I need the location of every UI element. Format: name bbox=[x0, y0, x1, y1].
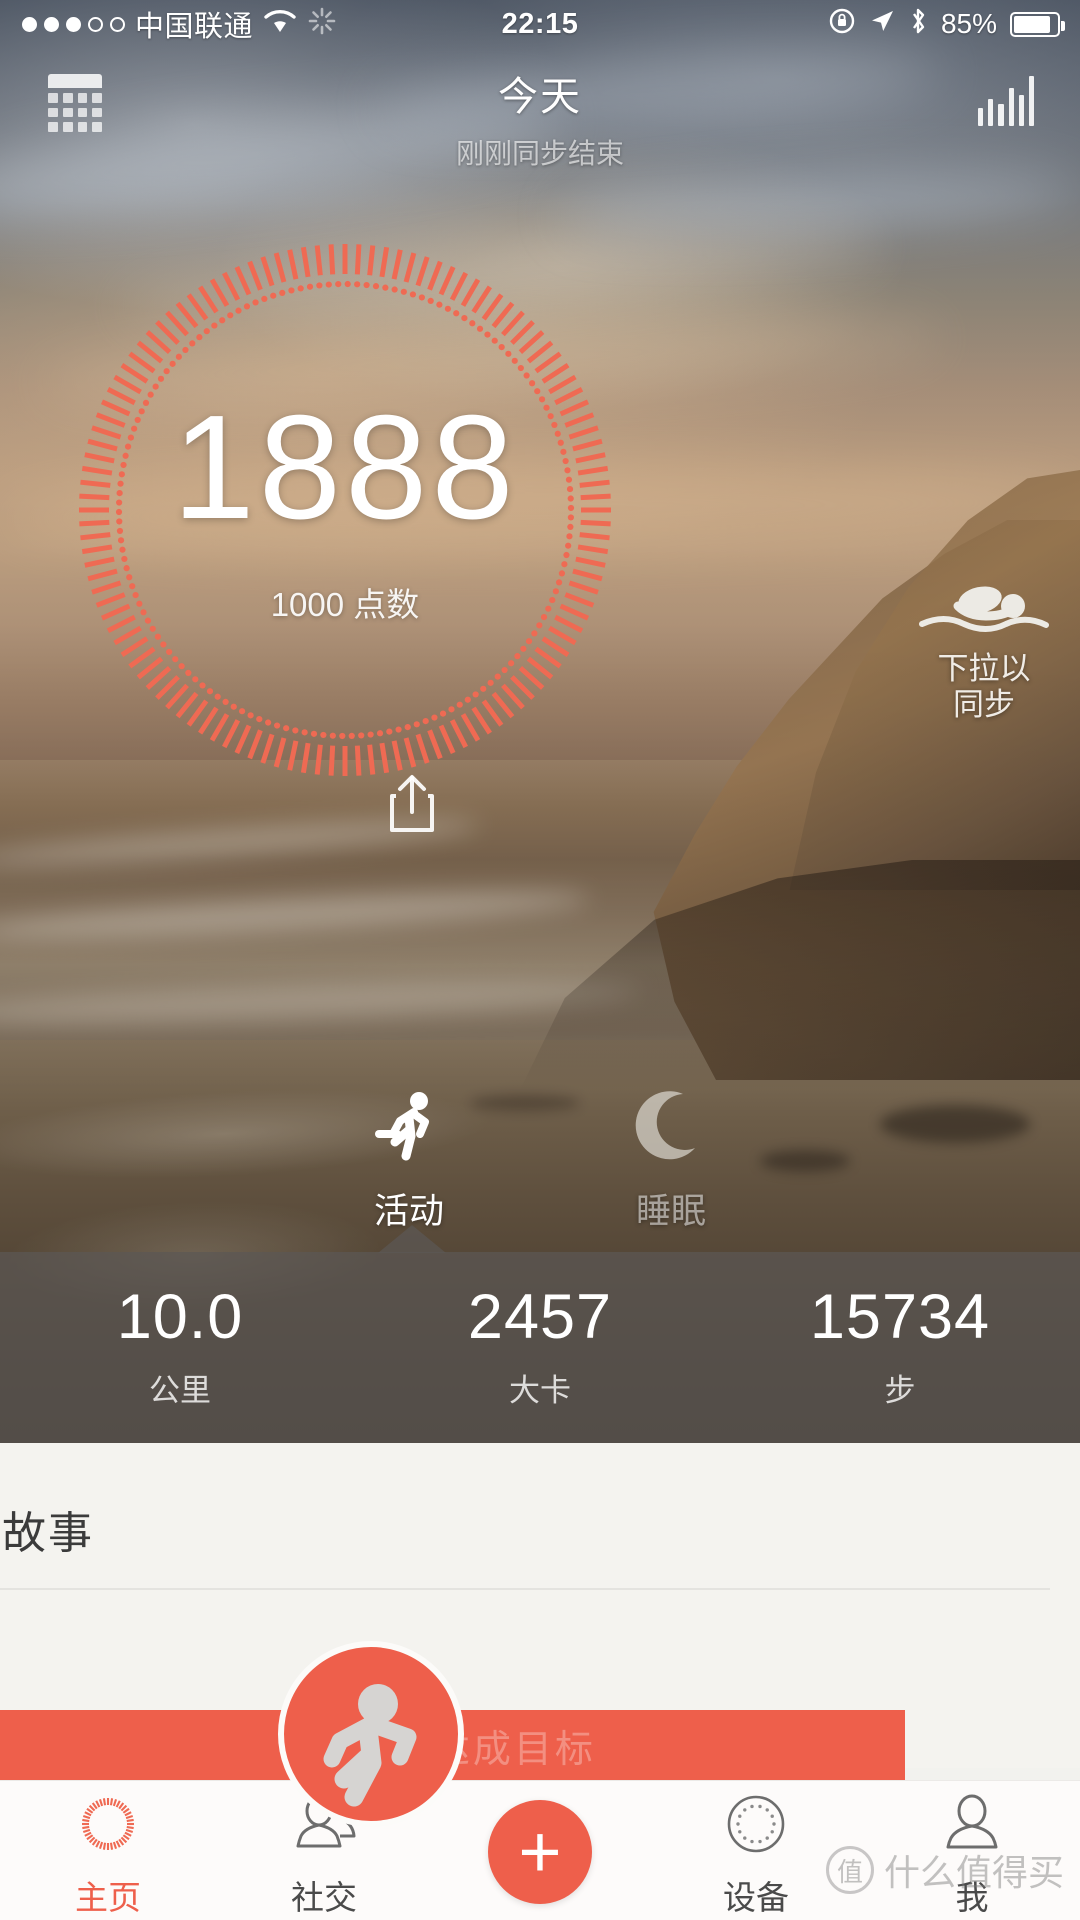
story-section-title: 日故事 bbox=[0, 1509, 94, 1558]
mode-label-sleep: 睡眠 bbox=[635, 1192, 706, 1231]
share-icon[interactable] bbox=[386, 772, 438, 834]
app-header: 今天 刚刚同步结束 bbox=[0, 48, 1080, 169]
calendar-icon[interactable] bbox=[48, 74, 102, 132]
tab-home[interactable]: 主页 bbox=[0, 1781, 216, 1920]
dial-home-icon bbox=[76, 1791, 140, 1857]
runner-badge-icon[interactable] bbox=[278, 1641, 464, 1827]
battery-icon bbox=[1010, 11, 1065, 37]
status-bar: 中国联通 22:15 85% bbox=[0, 0, 1080, 48]
tab-add[interactable]: + bbox=[432, 1781, 648, 1920]
tab-label-social: 社交 bbox=[291, 1878, 357, 1916]
tab-label-device: 设备 bbox=[723, 1878, 789, 1916]
stat-unit: 公里 bbox=[149, 1372, 211, 1408]
stat-value: 15734 bbox=[809, 1281, 991, 1352]
app-screen: 中国联通 22:15 85% 今天 刚刚同步结束 1888 1000 点数 下拉… bbox=[0, 0, 1080, 1920]
stat-value: 10.0 bbox=[116, 1281, 244, 1352]
stat-distance[interactable]: 10.0 公里 bbox=[0, 1281, 360, 1410]
status-time: 22:15 bbox=[501, 7, 579, 40]
stat-steps[interactable]: 15734 步 bbox=[720, 1281, 1080, 1410]
stat-value: 2457 bbox=[467, 1281, 613, 1352]
tab-label-home: 主页 bbox=[75, 1878, 141, 1916]
stat-unit: 大卡 bbox=[509, 1372, 571, 1408]
dial-center-content: 1888 1000 点数 bbox=[75, 240, 615, 780]
stat-calories[interactable]: 2457 大卡 bbox=[360, 1281, 720, 1410]
pull-sync-line1: 下拉以 bbox=[937, 651, 1031, 686]
stat-unit: 步 bbox=[884, 1372, 916, 1408]
pull-sync-line2: 同步 bbox=[953, 686, 1015, 722]
points-value: 1888 bbox=[172, 385, 518, 550]
mode-switcher: 活动 睡眠 bbox=[0, 1090, 1080, 1231]
daily-stats-bar: 10.0 公里 2457 大卡 15734 步 bbox=[0, 1252, 1080, 1443]
pull-to-sync-hint[interactable]: 下拉以 同步 bbox=[904, 580, 1064, 722]
points-progress-dial[interactable]: 1888 1000 点数 bbox=[75, 240, 615, 780]
dotted-circle-device-icon bbox=[724, 1791, 788, 1857]
moon-icon bbox=[635, 1090, 707, 1169]
swimmer-icon bbox=[904, 580, 1064, 645]
site-watermark: 值 什么值得买 bbox=[825, 1844, 1064, 1896]
watermark-text: 什么值得买 bbox=[883, 1852, 1064, 1893]
running-icon bbox=[373, 1090, 445, 1169]
watermark-mark: 值 bbox=[825, 1846, 874, 1894]
bar-chart-icon[interactable] bbox=[978, 74, 1035, 126]
plus-icon[interactable]: + bbox=[488, 1799, 592, 1904]
sync-status-text: 刚刚同步结束 bbox=[455, 138, 624, 169]
points-goal-label: 1000 点数 bbox=[270, 586, 420, 623]
story-divider bbox=[0, 1588, 1050, 1590]
mode-tab-activity[interactable]: 活动 bbox=[373, 1090, 445, 1231]
mode-label-activity: 活动 bbox=[373, 1192, 444, 1231]
mode-tab-sleep[interactable]: 睡眠 bbox=[635, 1090, 707, 1231]
page-title: 今天 bbox=[498, 75, 582, 119]
